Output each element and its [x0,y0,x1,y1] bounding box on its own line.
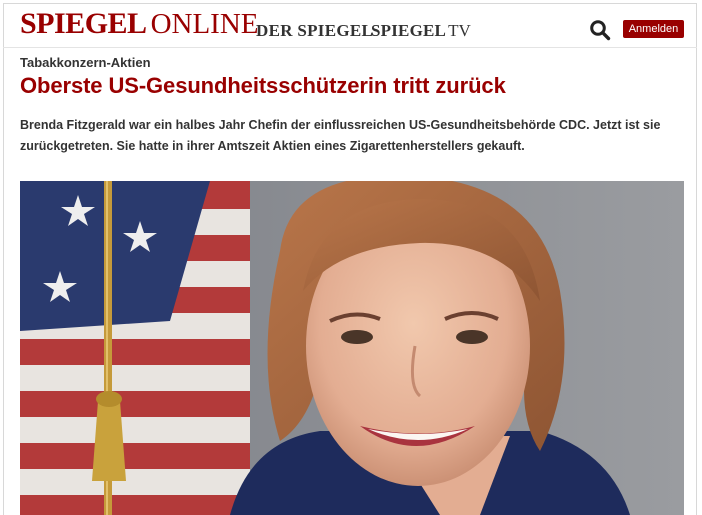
article-headline[interactable]: Oberste US-Gesundheitsschützerin tritt z… [20,73,506,99]
nav-spiegel-tv-main: SPIEGEL [371,21,447,40]
search-icon[interactable] [589,19,611,41]
article-kicker[interactable]: Tabakkonzern-Aktien [20,55,151,70]
header-divider [3,47,697,48]
site-header: SPIEGEL ONLINE DER SPIEGEL SPIEGEL TV Anme… [0,0,702,52]
nav-spiegel-tv-sub: TV [448,21,471,40]
article-photo[interactable] [20,181,684,515]
logo-spiegel-text: SPIEGEL [20,7,147,40]
nav-spiegel-tv[interactable]: SPIEGEL TV [371,21,471,41]
nav-der-spiegel[interactable]: DER SPIEGEL [256,21,373,41]
article-teaser: Brenda Fitzgerald war ein halbes Jahr Ch… [20,118,661,153]
flag-image [20,181,250,515]
login-button[interactable]: Anmelden [623,20,684,38]
spiegel-online-logo[interactable]: SPIEGEL ONLINE [20,9,258,39]
logo-online-text: ONLINE [150,8,259,40]
